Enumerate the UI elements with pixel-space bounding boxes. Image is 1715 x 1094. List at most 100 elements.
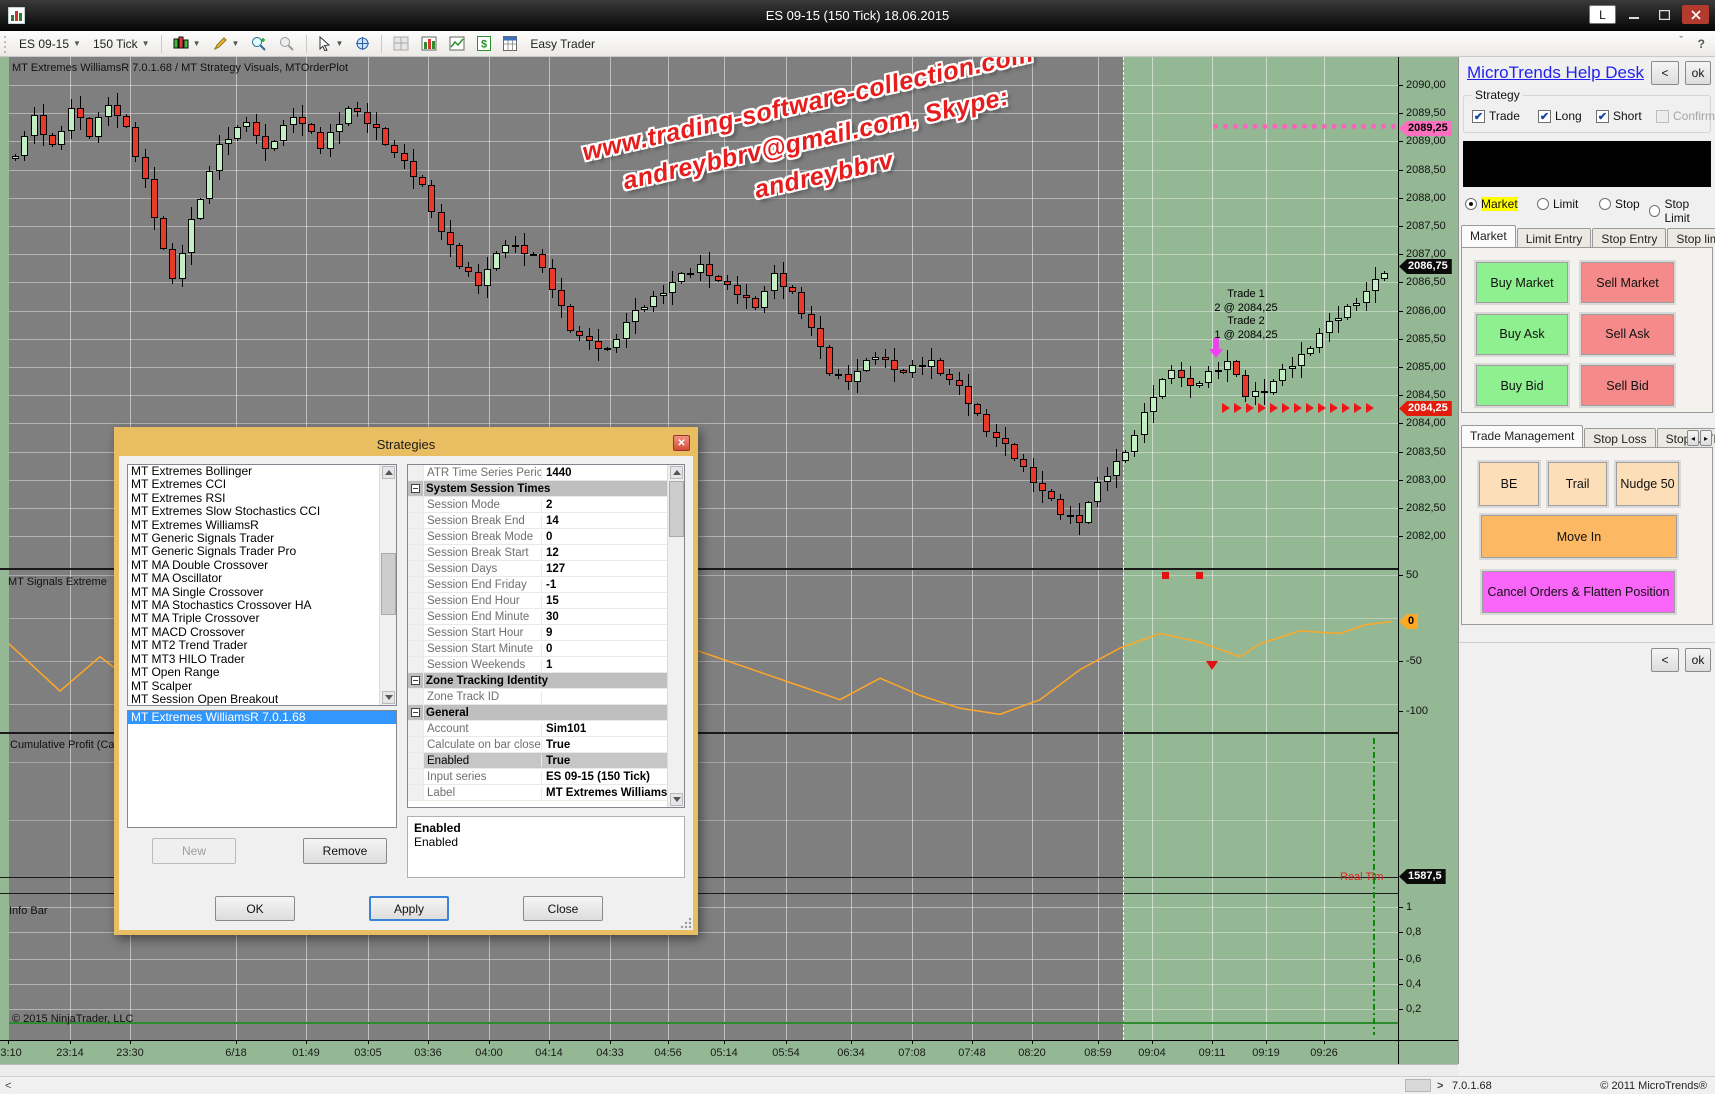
strategy-list-item[interactable]: MT Extremes RSI <box>128 492 396 505</box>
price-axis-column[interactable] <box>1398 57 1458 1040</box>
scroll-up-icon[interactable] <box>382 466 395 479</box>
tab-trade-management[interactable]: Trade Management <box>1461 425 1583 447</box>
tab-scroll-right-icon[interactable]: ▸ <box>1700 430 1712 446</box>
listbox-scrollbar[interactable] <box>379 465 396 705</box>
property-row[interactable]: Session Mode2 <box>408 497 684 513</box>
be-button[interactable]: BE <box>1479 462 1539 506</box>
property-row[interactable]: Session Start Minute0 <box>408 641 684 657</box>
property-row[interactable]: Session Start Hour9 <box>408 625 684 641</box>
scroll-up-icon[interactable] <box>670 466 683 479</box>
configured-strategy-item[interactable]: MT Extremes WilliamsR 7.0.1.68 <box>128 711 396 724</box>
property-row[interactable]: Calculate on bar closeTrue <box>408 737 684 753</box>
strategy-list-item[interactable]: MT MA Oscillator <box>128 572 396 585</box>
buy-ask-button[interactable]: Buy Ask <box>1476 314 1568 355</box>
property-row[interactable]: Session Break Start12 <box>408 545 684 561</box>
strategies-button[interactable]: $ <box>471 33 497 54</box>
property-section-row[interactable]: Zone Tracking Identity <box>408 673 684 689</box>
tab-stop-entry[interactable]: Stop Entry <box>1592 228 1666 247</box>
property-row[interactable]: LabelMT Extremes Williams <box>408 785 684 801</box>
sell-bid-button[interactable]: Sell Bid <box>1581 365 1674 406</box>
toolbar-chevron-icon[interactable]: ˇ <box>1679 35 1683 47</box>
tab-scroll-left-icon[interactable]: ◂ <box>1687 430 1699 446</box>
close-button-dialog[interactable]: Close <box>523 896 603 921</box>
panel-ok-button-bottom[interactable]: ok <box>1685 648 1711 672</box>
chart-style-button[interactable]: ▼ <box>167 33 207 54</box>
scrollbar-thumb[interactable] <box>669 481 684 537</box>
tab-stop-limit-entry[interactable]: Stop limit Entry <box>1667 228 1715 247</box>
strategy-list-item[interactable]: MT MA Double Crossover <box>128 559 396 572</box>
move-in-button[interactable]: Move In <box>1481 515 1677 558</box>
crosshair-button[interactable] <box>349 33 376 54</box>
panel-ok-button[interactable]: ok <box>1685 61 1711 85</box>
strategy-list-item[interactable]: MT MA Single Crossover <box>128 586 396 599</box>
radio-stop-limit[interactable]: Stop Limit <box>1649 197 1715 225</box>
chart-scroll-strip[interactable] <box>0 1064 1458 1076</box>
maximize-button[interactable] <box>1651 5 1678 24</box>
minimize-button[interactable] <box>1620 5 1647 24</box>
property-row[interactable]: Input seriesES 09-15 (150 Tick) <box>408 769 684 785</box>
tab-market[interactable]: Market <box>1461 225 1516 247</box>
radio-stop[interactable]: Stop <box>1599 197 1640 211</box>
market-analyzer-button[interactable] <box>497 33 523 54</box>
data-series-button[interactable] <box>415 33 443 54</box>
strategy-list-item[interactable]: MT Extremes Bollinger <box>128 465 396 478</box>
panel-back-button-bottom[interactable]: < <box>1651 648 1679 672</box>
strategy-list-item[interactable]: MT Generic Signals Trader Pro <box>128 545 396 558</box>
checkbox-long[interactable]: ✔Long <box>1538 109 1582 123</box>
radio-limit[interactable]: Limit <box>1537 197 1578 211</box>
strategy-list-item[interactable]: MT MACD Crossover <box>128 626 396 639</box>
strategy-list-item[interactable]: MT Session Open Breakout <box>128 693 396 706</box>
cursor-mode-button[interactable]: ▼ <box>312 33 349 54</box>
checkbox-trade[interactable]: ✔Trade <box>1472 109 1520 123</box>
property-row[interactable]: Session Break Mode0 <box>408 529 684 545</box>
scroll-right-icon[interactable]: > <box>1437 1080 1443 1092</box>
scrollbar-thumb[interactable] <box>381 553 396 615</box>
close-button[interactable] <box>1682 5 1709 24</box>
property-row[interactable]: Session End Hour15 <box>408 593 684 609</box>
property-row[interactable]: EnabledTrue <box>408 753 684 769</box>
scroll-down-icon[interactable] <box>670 793 683 806</box>
strategy-list-item[interactable]: MT Extremes WilliamsR <box>128 519 396 532</box>
strategy-list-item[interactable]: MT Extremes CCI <box>128 478 396 491</box>
property-grid[interactable]: ATR Time Series Peric1440System Session … <box>407 464 685 808</box>
strategy-list-item[interactable]: MT Open Range <box>128 666 396 679</box>
strategy-list-item[interactable]: MT Generic Signals Trader <box>128 532 396 545</box>
checkbox-short[interactable]: ✔Short <box>1596 109 1642 123</box>
sell-market-button[interactable]: Sell Market <box>1581 262 1674 303</box>
strategy-list-item[interactable]: MT MA Stochastics Crossover HA <box>128 599 396 612</box>
zoom-out-button[interactable] <box>273 33 301 54</box>
tab-limit-entry[interactable]: Limit Entry <box>1517 228 1592 247</box>
panel-grid-button[interactable] <box>387 33 415 54</box>
scroll-down-icon[interactable] <box>382 691 395 704</box>
buy-market-button[interactable]: Buy Market <box>1476 262 1568 303</box>
resize-grip-icon[interactable] <box>680 917 692 929</box>
zoom-in-button[interactable] <box>245 33 273 54</box>
ok-button[interactable]: OK <box>215 896 295 921</box>
microtrends-help-link[interactable]: MicroTrends Help Desk <box>1467 63 1644 83</box>
trail-button[interactable]: Trail <box>1548 462 1607 506</box>
scroll-left-icon[interactable]: < <box>5 1080 11 1092</box>
configured-strategies-list[interactable]: MT Extremes WilliamsR 7.0.1.68 <box>127 710 397 828</box>
property-row[interactable]: ATR Time Series Peric1440 <box>408 465 684 481</box>
sell-ask-button[interactable]: Sell Ask <box>1581 314 1674 355</box>
strategy-list-item[interactable]: MT Scalper <box>128 680 396 693</box>
scroll-thumb[interactable] <box>1405 1079 1431 1092</box>
strategy-list-item[interactable]: MT MT3 HILO Trader <box>128 653 396 666</box>
indicators-button[interactable] <box>443 33 471 54</box>
property-row[interactable]: Session End Friday-1 <box>408 577 684 593</box>
panel-back-button[interactable]: < <box>1651 61 1679 85</box>
property-row[interactable]: AccountSim101 <box>408 721 684 737</box>
strategy-list-item[interactable]: MT MA Triple Crossover <box>128 612 396 625</box>
interval-selector[interactable]: 150 Tick▼ <box>87 34 156 54</box>
property-row[interactable]: Session End Minute30 <box>408 609 684 625</box>
apply-button[interactable]: Apply <box>369 896 449 921</box>
remove-button[interactable]: Remove <box>303 838 387 864</box>
property-section-row[interactable]: System Session Times <box>408 481 684 497</box>
toolbar-help-icon[interactable]: ? <box>1698 37 1705 51</box>
available-strategies-list[interactable]: MT Extremes BollingerMT Extremes CCIMT E… <box>127 464 397 706</box>
buy-bid-button[interactable]: Buy Bid <box>1476 365 1568 406</box>
dialog-title-bar[interactable]: Strategies ✕ <box>119 432 693 456</box>
tab-stop-loss[interactable]: Stop Loss <box>1584 428 1655 447</box>
propgrid-scrollbar[interactable] <box>667 465 684 807</box>
radio-market[interactable]: Market <box>1465 197 1518 211</box>
